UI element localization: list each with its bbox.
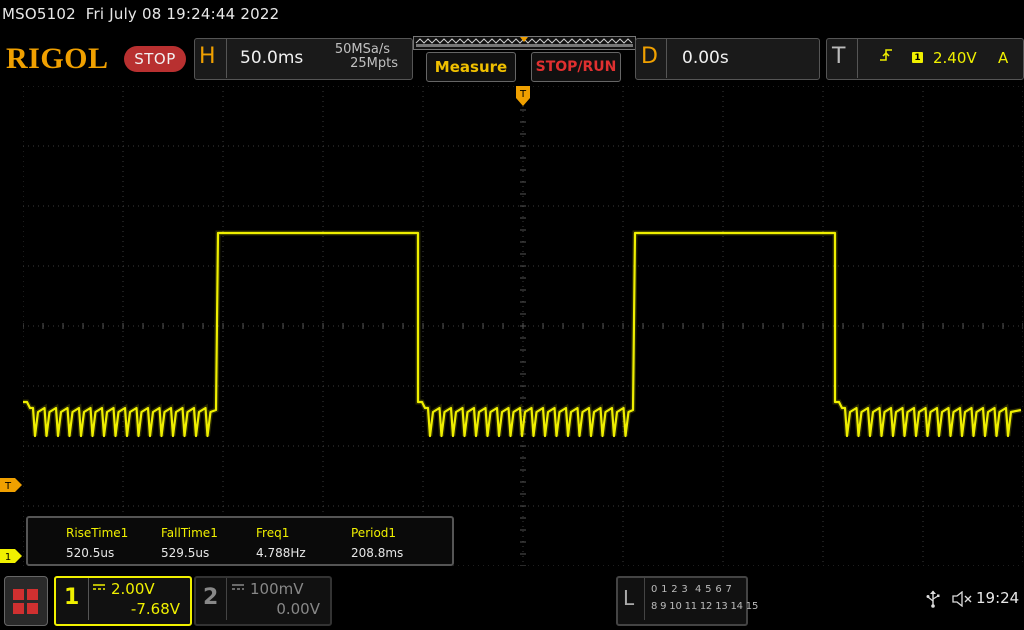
channel-1-number: 1 (64, 585, 80, 610)
ch1-offset-marker[interactable]: 1 (0, 549, 22, 563)
logic-channels-row-2: 8 9 10 11 12 13 14 15 (651, 601, 759, 612)
menu-button[interactable] (4, 576, 48, 626)
measure-button[interactable]: Measure (426, 52, 516, 82)
trigger-level-marker[interactable]: T (0, 478, 22, 492)
logic-letter: L (623, 586, 635, 610)
system-clock: 19:24 (976, 589, 1020, 607)
datetime: Fri July 08 19:24:44 2022 (85, 5, 280, 23)
channel-1-offset: -7.68V (130, 600, 180, 618)
horizontal-letter: H (199, 44, 216, 69)
trigger-level: 2.40V (933, 49, 977, 67)
run-state-badge[interactable]: STOP (124, 46, 186, 72)
svg-text:T: T (4, 481, 12, 492)
waveform-overview-strip[interactable] (413, 36, 636, 50)
model-name: MSO5102 (2, 5, 76, 23)
speaker-muted-icon[interactable] (951, 591, 973, 607)
timebase-value: 50.0ms (240, 48, 304, 68)
measurement-value: 4.788Hz (256, 546, 306, 560)
divider (88, 578, 89, 620)
svg-text:T: T (519, 89, 527, 100)
dc-coupling-icon (93, 584, 105, 590)
usb-icon (926, 590, 940, 608)
channel-2-scale: 100mV (250, 580, 304, 598)
status-line: MSO5102 Fri July 08 19:24:44 2022 (2, 5, 279, 23)
ch1-waveform-glow (23, 230, 1022, 437)
measurement-name: FallTime1 (161, 526, 218, 540)
rising-edge-icon (880, 49, 892, 61)
trigger-letter: T (832, 44, 846, 69)
divider (226, 578, 227, 620)
grid-menu-icon (13, 589, 38, 614)
memory-depth: 25Mpts (350, 56, 398, 71)
trigger-source-badge: 1 (912, 52, 923, 63)
measurement-name: Freq1 (256, 526, 290, 540)
svg-text:1: 1 (5, 552, 11, 563)
measurement-value: 520.5us (66, 546, 115, 560)
trigger-position-marker[interactable]: T (516, 86, 530, 108)
measurement-value: 529.5us (161, 546, 210, 560)
channel-1-scale: 2.00V (111, 580, 155, 598)
logic-channels-row-1: 0 1 2 3 4 5 6 7 (651, 584, 733, 595)
measurement-panel[interactable]: RiseTime1 520.5us FallTime1 529.5us Freq… (26, 516, 454, 566)
delay-value: 0.00s (682, 48, 729, 68)
divider (666, 38, 667, 78)
measurement-name: Period1 (351, 526, 397, 540)
channel-2-offset: 0.00V (276, 600, 320, 618)
measurement-name: RiseTime1 (66, 526, 129, 540)
sample-rate: 50MSa/s (334, 42, 390, 57)
rigol-logo: RIGOL (6, 42, 109, 75)
measurement-value: 208.8ms (351, 546, 404, 560)
delay-letter: D (641, 44, 658, 69)
divider (644, 578, 645, 620)
waveform-display[interactable] (23, 86, 1023, 566)
divider (857, 38, 858, 78)
dc-coupling-icon (232, 584, 244, 590)
trigger-mode: A (998, 49, 1009, 67)
divider (226, 38, 227, 78)
stop-run-button[interactable]: STOP/RUN (531, 52, 621, 82)
channel-2-number: 2 (203, 585, 219, 610)
trigger-panel[interactable] (826, 38, 1024, 80)
